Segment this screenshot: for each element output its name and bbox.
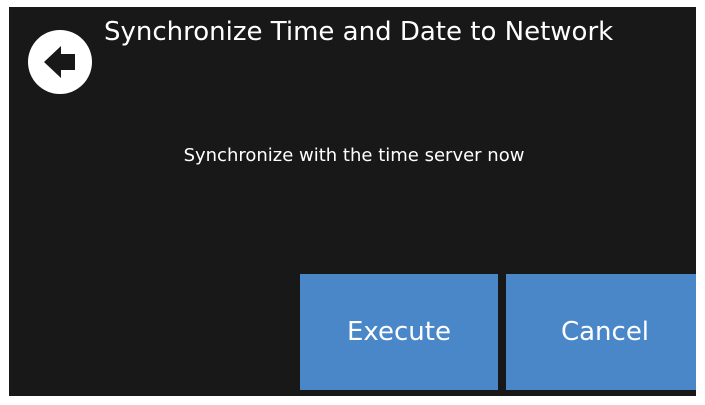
sync-message: Synchronize with the time server now — [183, 145, 525, 166]
back-button[interactable] — [28, 30, 92, 94]
cancel-button[interactable]: Cancel — [506, 274, 696, 390]
sync-time-screen: Synchronize Time and Date to Network Syn… — [9, 7, 696, 396]
execute-button[interactable]: Execute — [300, 274, 498, 390]
back-arrow-icon — [44, 46, 75, 78]
page-title: Synchronize Time and Date to Network — [104, 17, 614, 47]
